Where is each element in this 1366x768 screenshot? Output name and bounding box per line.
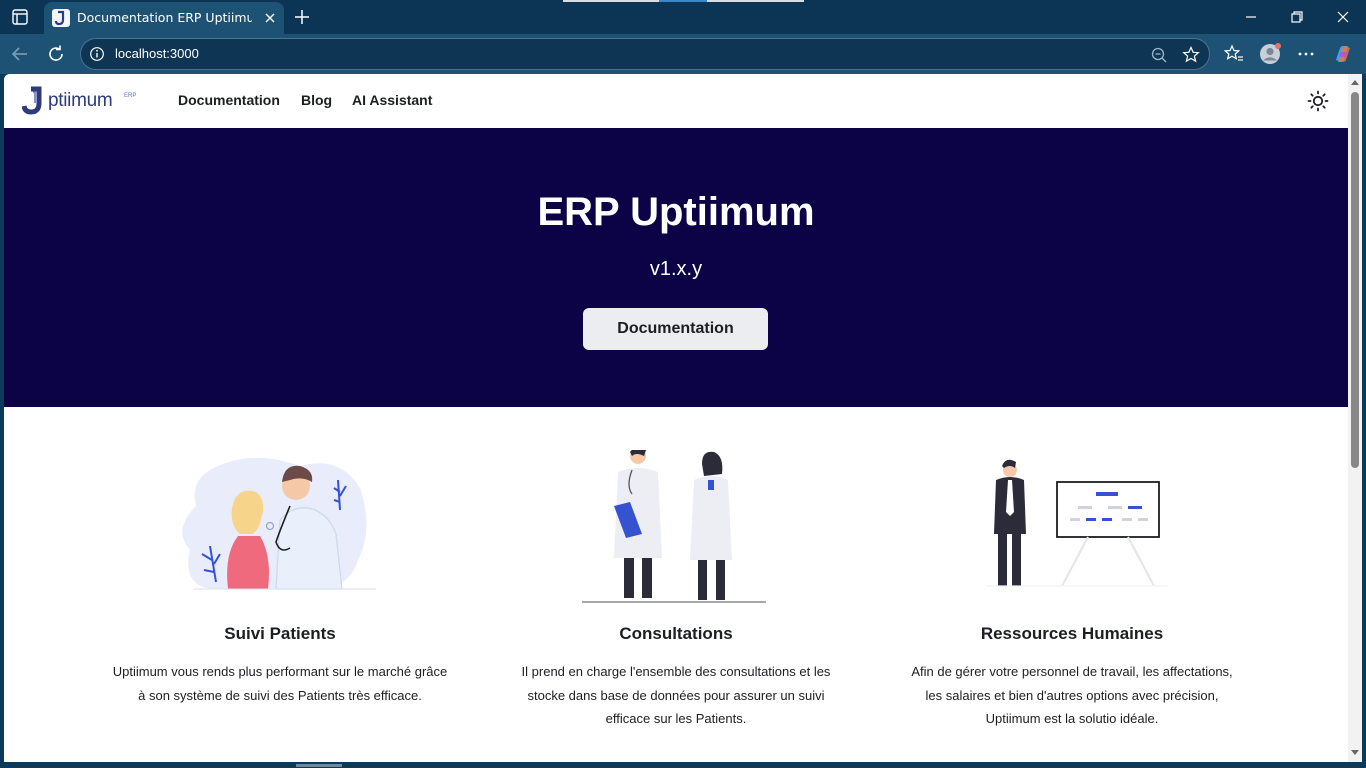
- site-favicon-icon: [52, 9, 70, 27]
- page-scrollbar[interactable]: [1348, 74, 1362, 762]
- browser-titlebar: Documentation ERP Uptiimum | ERP Uptiimu…: [0, 0, 1366, 34]
- more-options-icon[interactable]: [1294, 42, 1318, 66]
- feature-title: Consultations: [619, 624, 733, 643]
- close-tab-icon[interactable]: [262, 10, 278, 26]
- taskbar-strip: [0, 762, 1366, 768]
- window-top-strip: [563, 0, 659, 2]
- page-viewport: ptiimum ERP Documentation Blog AI Assist…: [4, 74, 1348, 762]
- site-navbar: ptiimum ERP Documentation Blog AI Assist…: [4, 74, 1348, 128]
- nav-link-blog[interactable]: Blog: [301, 92, 332, 108]
- zoom-out-icon[interactable]: [1149, 45, 1169, 65]
- copilot-icon[interactable]: [1331, 42, 1355, 66]
- browser-toolbar: localhost:3000: [0, 34, 1366, 74]
- restore-window-icon[interactable]: [1285, 5, 1309, 29]
- feature-description: Il prend en charge l'ensemble des consul…: [521, 664, 831, 726]
- feature-description: Afin de gérer votre personnel de travail…: [911, 664, 1233, 726]
- feature-ressources-humaines: Ressources Humaines Afin de gérer votre …: [882, 450, 1262, 750]
- feature-consultations: Consultations Il prend en charge l'ensem…: [486, 450, 866, 750]
- doctors-illustration: [582, 450, 766, 603]
- feature-description: Uptiimum vous rends plus performant sur …: [112, 664, 448, 703]
- presentation-board-illustration: [986, 459, 1168, 587]
- feature-title: Suivi Patients: [224, 624, 336, 643]
- profile-avatar-icon[interactable]: [1258, 42, 1282, 66]
- feature-suivi-patients: Suivi Patients Uptiimum vous rends plus …: [90, 450, 470, 750]
- scroll-down-arrow-icon[interactable]: [1351, 750, 1359, 755]
- uptiimum-logo-mark-icon: [22, 86, 42, 115]
- hero-banner: ERP Uptiimum v1.x.y Documentation: [4, 128, 1348, 407]
- refresh-icon[interactable]: [45, 43, 67, 65]
- favorites-icon[interactable]: [1222, 42, 1246, 66]
- taskbar-indicator: [296, 764, 342, 767]
- logo-erp-suffix: ERP: [124, 93, 137, 99]
- hero-title: ERP Uptiimum: [537, 190, 815, 234]
- url-text[interactable]: localhost:3000: [115, 46, 199, 61]
- new-tab-icon[interactable]: [292, 7, 312, 27]
- tab-actions-icon[interactable]: [11, 8, 29, 26]
- scrollbar-thumb[interactable]: [1351, 92, 1359, 468]
- address-bar[interactable]: localhost:3000: [80, 38, 1210, 70]
- minimize-window-icon[interactable]: [1239, 5, 1263, 29]
- logo-wordmark: ptiimum: [48, 90, 113, 111]
- feature-title: Ressources Humaines: [980, 624, 1164, 643]
- nav-link-documentation[interactable]: Documentation: [178, 92, 280, 108]
- scroll-up-arrow-icon[interactable]: [1351, 80, 1359, 85]
- hero-version: v1.x.y: [649, 258, 703, 280]
- site-info-icon[interactable]: [89, 46, 105, 62]
- uptiimum-logo[interactable]: ptiimum ERP: [20, 85, 146, 117]
- hero-documentation-button[interactable]: Documentation: [583, 308, 768, 350]
- theme-toggle-sun-icon[interactable]: [1306, 89, 1330, 113]
- patient-care-illustration: [182, 457, 376, 590]
- browser-tab-active[interactable]: Documentation ERP Uptiimum | ERP Uptiimu…: [44, 2, 284, 34]
- close-window-icon[interactable]: [1331, 5, 1355, 29]
- tab-title: Documentation ERP Uptiimum | ERP Uptiimu…: [77, 10, 252, 25]
- nav-link-ai-assistant[interactable]: AI Assistant: [352, 92, 432, 108]
- back-arrow-icon[interactable]: [9, 43, 31, 65]
- favorite-star-icon[interactable]: [1181, 45, 1201, 65]
- window-top-strip-active: [659, 0, 707, 2]
- window-top-strip-2: [707, 0, 804, 2]
